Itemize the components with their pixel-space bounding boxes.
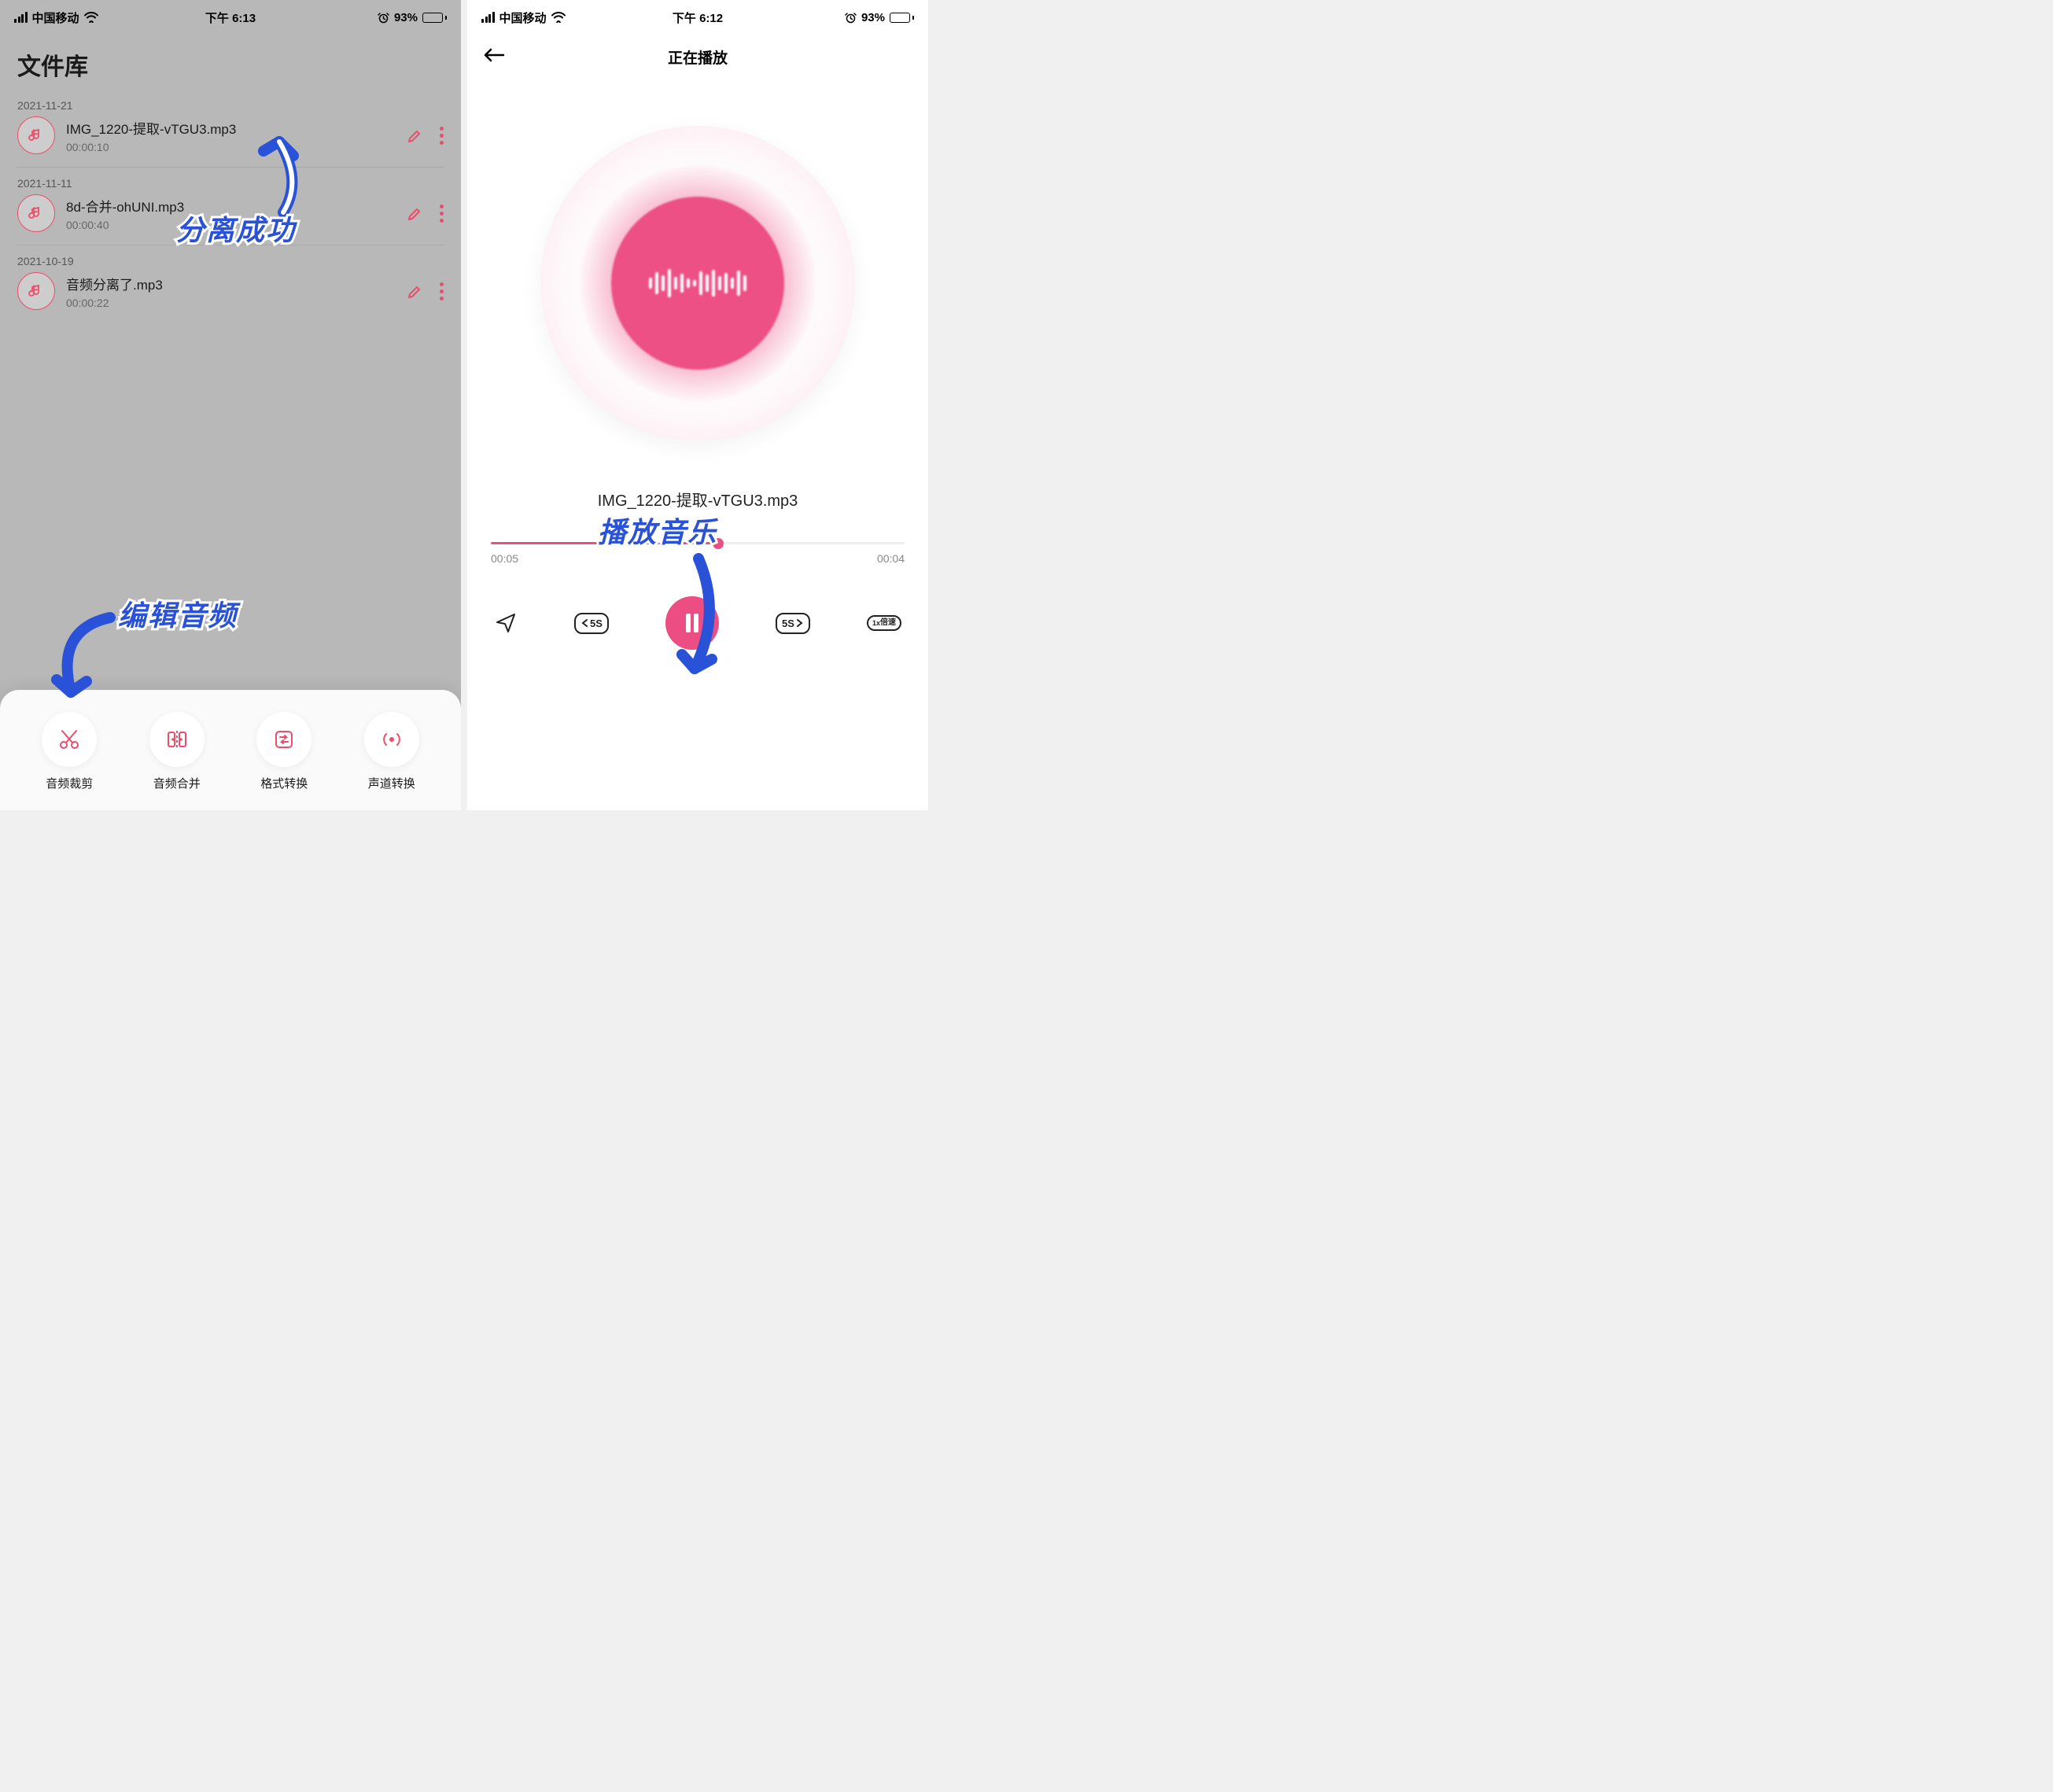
back-icon[interactable] [483,44,505,69]
status-time: 下午 6:13 [205,9,256,26]
file-duration: 00:00:10 [66,141,396,153]
music-note-icon [17,116,55,154]
player-title: 正在播放 [668,46,728,68]
player-header: 正在播放 [467,35,928,79]
edit-toolbar: 音频裁剪 音频合并 格式转换 声道转换 [0,690,461,810]
wifi-icon [84,12,98,23]
battery-pct: 93% [394,11,418,24]
status-bar: 中国移动 下午 6:13 93% [0,0,461,35]
tool-label: 音频合并 [153,775,201,791]
tool-format[interactable]: 格式转换 [256,712,311,791]
file-item[interactable]: 2021-11-21 IMG_1220-提取-vTGU3.mp3 00:00:1… [17,90,444,168]
tool-label: 声道转换 [368,775,415,791]
file-duration: 00:00:22 [66,297,396,309]
music-note-icon [17,194,55,232]
file-name: IMG_1220-提取-vTGU3.mp3 [66,118,396,138]
wifi-icon [551,12,566,23]
channel-icon [364,712,419,767]
alarm-icon [378,12,389,24]
speed-button[interactable]: 1x 倍速 [867,615,901,631]
file-item[interactable]: 2021-10-19 音频分离了.mp3 00:00:22 [17,245,444,323]
file-name: 8d-合并-ohUNI.mp3 [66,196,396,216]
tool-label: 格式转换 [260,775,308,791]
skip-forward-button[interactable]: 5S [776,613,810,634]
remaining-time: 00:04 [877,552,905,565]
tool-merge[interactable]: 音频合并 [149,712,205,791]
merge-icon [149,712,205,767]
music-note-icon [17,272,55,310]
edit-icon[interactable] [407,282,424,300]
player-screen: 中国移动 下午 6:12 93% 正在播放 [467,0,928,810]
more-icon[interactable] [440,127,444,145]
convert-icon [256,712,311,767]
battery-pct: 93% [861,11,885,24]
more-icon[interactable] [440,282,444,301]
pause-button[interactable] [665,596,719,650]
file-date: 2021-11-21 [17,99,444,112]
carrier-label: 中国移动 [32,9,79,26]
file-date: 2021-11-11 [17,177,444,190]
player-controls: 5S 5S 1x 倍速 [467,565,928,650]
battery-icon [890,13,914,23]
file-date: 2021-10-19 [17,255,444,267]
edit-icon[interactable] [407,127,424,144]
more-icon[interactable] [440,205,444,223]
share-icon[interactable] [494,611,518,635]
progress-slider[interactable] [491,542,905,544]
file-list: 2021-11-21 IMG_1220-提取-vTGU3.mp3 00:00:1… [0,90,461,323]
battery-icon [422,13,447,23]
tool-channel[interactable]: 声道转换 [364,712,419,791]
track-name: IMG_1220-提取-vTGU3.mp3 [467,488,928,511]
elapsed-time: 00:05 [491,552,518,565]
page-title: 文件库 [0,35,461,90]
annotation-edit: 编辑音频 [118,593,238,634]
alarm-icon [845,12,857,24]
status-bar: 中国移动 下午 6:12 93% [467,0,928,35]
file-library-screen: 中国移动 下午 6:13 93% 文件库 2021-11-21 [0,0,461,810]
file-name: 音频分离了.mp3 [66,274,396,293]
signal-icon [481,12,495,23]
skip-back-button[interactable]: 5S [574,613,609,634]
status-time: 下午 6:12 [673,9,723,26]
audio-visualizer [467,79,928,472]
tool-label: 音频裁剪 [46,775,93,791]
carrier-label: 中国移动 [499,9,547,26]
waveform-icon [649,269,746,297]
scissors-icon [42,712,97,767]
edit-icon[interactable] [407,205,424,222]
progress-thumb[interactable] [713,538,724,549]
signal-icon [14,12,28,23]
file-duration: 00:00:40 [66,219,396,231]
tool-trim[interactable]: 音频裁剪 [42,712,97,791]
file-item[interactable]: 2021-11-11 8d-合并-ohUNI.mp3 00:00:40 [17,168,444,245]
